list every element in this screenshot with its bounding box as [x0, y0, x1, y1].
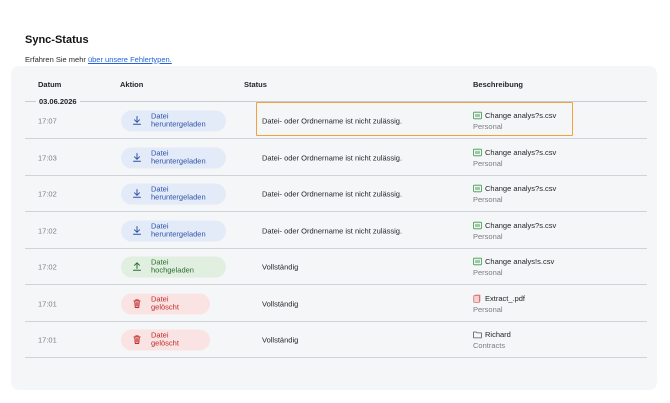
row-description: Change analys?s.csv Personal — [473, 221, 556, 241]
file-name: Change analys?s.csv — [485, 147, 557, 157]
file-name: Extract_.pdf — [485, 293, 526, 303]
row-description: Change analys?s.csv Personal — [473, 184, 556, 204]
csv-file-icon — [473, 184, 482, 193]
row-status: Datei- oder Ordnername ist nicht zulässi… — [262, 116, 403, 125]
table-row: 17:02 Datei heruntergeladen Datei- oder … — [25, 212, 647, 249]
file-location: Personal — [473, 231, 503, 241]
file-location: Contracts — [473, 340, 506, 350]
file-location: Personal — [473, 121, 503, 131]
file-location: Personal — [473, 304, 503, 314]
column-header-description: Beschreibung — [473, 80, 524, 89]
row-time: 17:01 — [38, 335, 57, 344]
upload-icon — [132, 262, 142, 272]
file-name: Richard — [485, 329, 511, 339]
column-header-date: Datum — [38, 80, 62, 89]
csv-file-icon — [473, 221, 482, 230]
error-types-link[interactable]: über unsere Fehlertypen. — [88, 55, 172, 64]
action-label: Datei heruntergeladen — [151, 148, 206, 166]
row-time: 17:01 — [38, 299, 57, 308]
row-description: Change analys?s.csv Personal — [473, 111, 556, 131]
row-time: 17:02 — [38, 189, 57, 198]
row-description: Change analys!s.csv Personal — [473, 257, 554, 277]
action-badge-download: Datei heruntergeladen — [121, 220, 226, 241]
action-badge-download: Datei heruntergeladen — [121, 183, 226, 204]
subtitle: Erfahren Sie mehr über unsere Fehlertype… — [25, 55, 172, 64]
action-label: Datei gelöscht — [151, 294, 179, 312]
csv-file-icon — [473, 257, 482, 266]
page-title: Sync-Status — [25, 34, 89, 46]
file-name: Change analys?s.csv — [485, 110, 557, 120]
row-status: Datei- oder Ordnername ist nicht zulässi… — [262, 226, 403, 235]
row-status: Datei- oder Ordnername ist nicht zulässi… — [262, 153, 403, 162]
file-name: Change analys?s.csv — [485, 220, 557, 230]
row-status: Vollständig — [262, 335, 299, 344]
download-icon — [132, 116, 142, 126]
file-location: Personal — [473, 267, 503, 277]
row-time: 17:03 — [38, 153, 57, 162]
table-row: 17:03 Datei heruntergeladen Datei- oder … — [25, 139, 647, 176]
row-status: Datei- oder Ordnername ist nicht zulässi… — [262, 189, 403, 198]
row-status: Vollständig — [262, 262, 299, 271]
table-row: 17:02 Datei heruntergeladen Datei- oder … — [25, 175, 647, 212]
action-label: Datei heruntergeladen — [151, 111, 206, 129]
delete-icon — [132, 299, 142, 309]
row-time: 17:02 — [38, 262, 57, 271]
table-row: 17:02 Datei hochgeladen Vollständig Chan… — [25, 248, 647, 285]
row-description: Extract_.pdf Personal — [473, 294, 525, 314]
table-row: 17:01 Datei gelöscht Vollständig Richard… — [25, 321, 647, 358]
folder-icon — [473, 330, 482, 339]
row-time: 17:07 — [38, 116, 57, 125]
delete-icon — [132, 335, 142, 345]
file-location: Personal — [473, 158, 503, 168]
table-row: 17:01 Datei gelöscht Vollständig Extract… — [25, 285, 647, 322]
row-description: Richard Contracts — [473, 330, 511, 350]
action-label: Datei gelöscht — [151, 330, 179, 348]
action-label: Datei hochgeladen — [151, 257, 194, 275]
csv-file-icon — [473, 148, 482, 157]
file-location: Personal — [473, 194, 503, 204]
download-icon — [132, 189, 142, 199]
row-time: 17:02 — [38, 226, 57, 235]
action-label: Datei heruntergeladen — [151, 184, 206, 202]
column-header-status: Status — [244, 80, 267, 89]
pdf-file-icon — [473, 294, 482, 303]
file-name: Change analys!s.csv — [485, 256, 555, 266]
action-badge-upload: Datei hochgeladen — [121, 256, 226, 277]
subtitle-text: Erfahren Sie mehr — [25, 55, 88, 64]
file-name: Change analys?s.csv — [485, 183, 557, 193]
table-row: 17:07 Datei heruntergeladen Datei- oder … — [25, 102, 647, 139]
row-description: Change analys?s.csv Personal — [473, 148, 556, 168]
download-icon — [132, 226, 142, 236]
row-divider — [25, 357, 647, 358]
csv-file-icon — [473, 111, 482, 120]
action-badge-download: Datei heruntergeladen — [121, 147, 226, 168]
action-badge-download: Datei heruntergeladen — [121, 110, 226, 131]
row-status: Vollständig — [262, 299, 299, 308]
action-badge-delete: Datei gelöscht — [121, 329, 210, 350]
action-badge-delete: Datei gelöscht — [121, 293, 210, 314]
column-header-action: Aktion — [120, 80, 144, 89]
download-icon — [132, 153, 142, 163]
action-label: Datei heruntergeladen — [151, 221, 206, 239]
